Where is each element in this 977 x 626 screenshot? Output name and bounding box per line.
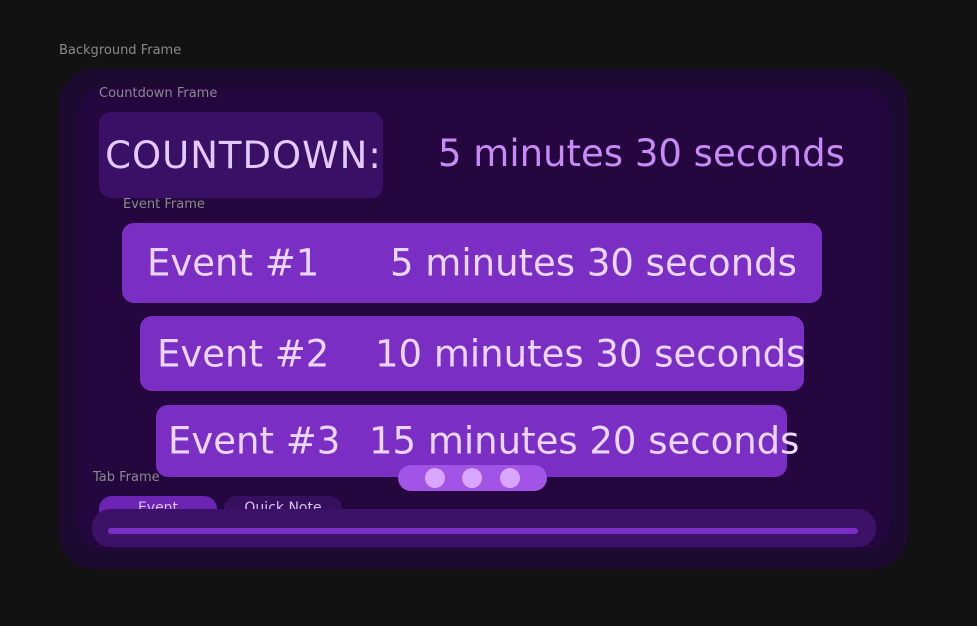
countdown-value: 5 minutes 30 seconds xyxy=(438,132,845,175)
event-name: Event #2 xyxy=(157,332,330,375)
tab-frame-caption: Tab Frame xyxy=(93,470,160,485)
event-frame-caption: Event Frame xyxy=(123,197,205,212)
event-time: 5 minutes 30 seconds xyxy=(390,241,797,285)
event-name: Event #1 xyxy=(147,241,320,285)
countdown-label-box: COUNTDOWN: xyxy=(99,112,383,198)
page-dot-3[interactable] xyxy=(500,468,520,488)
countdown-label: COUNTDOWN: xyxy=(105,133,382,177)
event-row-1[interactable]: Event #1 5 minutes 30 seconds xyxy=(122,223,822,303)
page-dot-1[interactable] xyxy=(425,468,445,488)
event-time: 15 minutes 20 seconds xyxy=(369,419,800,463)
tab-bar-scrollbar[interactable] xyxy=(108,528,858,534)
event-row-2[interactable]: Event #2 10 minutes 30 seconds xyxy=(140,316,806,391)
background-frame-caption: Background Frame xyxy=(59,43,182,58)
event-time: 10 minutes 30 seconds xyxy=(375,332,806,375)
event-name: Event #3 xyxy=(168,419,341,463)
countdown-frame-caption: Countdown Frame xyxy=(99,86,218,101)
page-dot-2[interactable] xyxy=(462,468,482,488)
